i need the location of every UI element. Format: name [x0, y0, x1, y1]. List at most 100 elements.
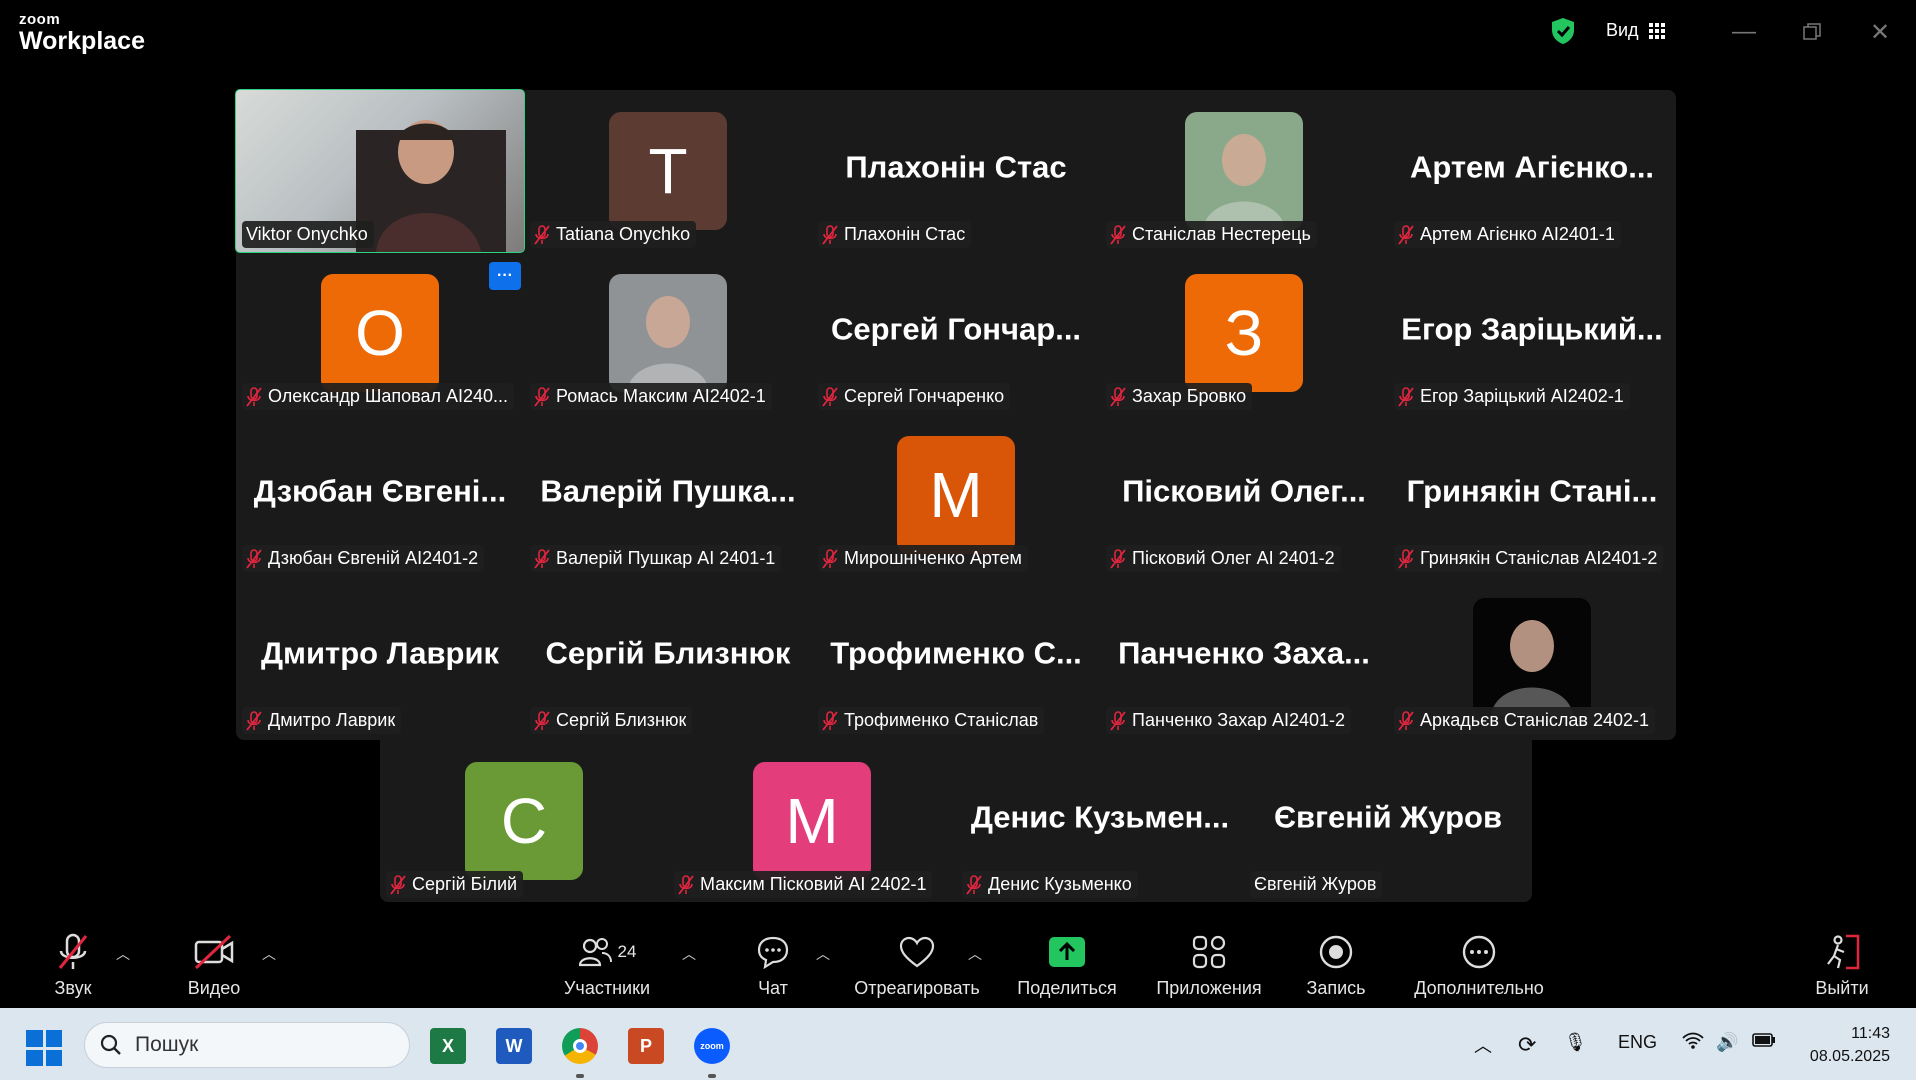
maximize-icon[interactable]: [1796, 16, 1828, 48]
participant-name-tag: Дмитро Лаврик: [242, 707, 402, 734]
excel-icon[interactable]: X: [430, 1028, 466, 1064]
participant-display-name: Плахонін Стас: [845, 149, 1067, 185]
view-label: Вид: [1606, 20, 1639, 40]
participant-name: Аркадьєв Станіслав 2402-1: [1420, 710, 1650, 730]
apps-label: Приложения: [1156, 978, 1262, 998]
participant-display-name: Дмитро Лаврик: [260, 635, 500, 671]
participants-label: Участники: [564, 978, 650, 998]
mic-muted-icon: [1398, 710, 1414, 731]
participant-tile[interactable]: О Олександр Шаповал AI240...: [236, 252, 524, 414]
sync-icon[interactable]: ⟳: [1518, 1032, 1536, 1058]
tray-chevron-up-icon[interactable]: ︿: [1474, 1032, 1492, 1058]
participant-name: Валерій Пушкар AI 2401-1: [556, 548, 776, 568]
participant-tile[interactable]: Плахонін Стас Плахонін Стас: [812, 90, 1100, 252]
participant-display-name: Сергій Близнюк: [545, 635, 791, 671]
video-off-icon: [182, 932, 246, 972]
video-options-caret[interactable]: ︿: [262, 944, 276, 964]
participant-name: Егор Заріцький AI2402-1: [1420, 386, 1624, 406]
react-button[interactable]: Отреагировать: [852, 932, 982, 999]
record-button[interactable]: Запись: [1306, 932, 1366, 999]
react-options-caret[interactable]: ︿: [968, 944, 982, 964]
participant-tile[interactable]: Сергей Гончар... Сергей Гончаренко: [812, 252, 1100, 414]
chrome-icon[interactable]: [562, 1028, 598, 1064]
mic-tray-icon[interactable]: 🎙: [1564, 1032, 1587, 1053]
more-options-button[interactable]: ···: [489, 262, 521, 290]
participant-name-tag: Денис Кузьменко: [962, 871, 1138, 898]
avatar-initial: T: [609, 112, 727, 230]
mic-muted-icon: [1398, 548, 1414, 569]
mic-muted-icon: [534, 710, 550, 731]
participant-name-tag: Viktor Onychko: [242, 221, 374, 248]
meeting-toolbar: Звук ︿ Видео ︿ 24 Участники ︿ Чат ︿ Отре…: [0, 920, 1916, 1008]
zoom-app-icon[interactable]: zoom: [694, 1028, 730, 1064]
participant-tile[interactable]: Трофименко С... Трофименко Станіслав: [812, 576, 1100, 738]
participant-name: Максим Пісковий AI 2402-1: [700, 874, 927, 894]
avatar-initial: М: [753, 762, 871, 880]
taskbar-search[interactable]: Пошук: [84, 1022, 410, 1068]
mic-muted-icon: [822, 710, 838, 731]
audio-options-caret[interactable]: ︿: [116, 944, 130, 964]
participant-name: Гринякін Станіслав AI2401-2: [1420, 548, 1658, 568]
participant-display-name: Пісковий Олег...: [1122, 473, 1366, 509]
close-icon[interactable]: ✕: [1864, 16, 1896, 48]
participant-tile[interactable]: Пісковий Олег... Пісковий Олег AI 2401-2: [1100, 414, 1388, 576]
word-icon[interactable]: W: [496, 1028, 532, 1064]
participant-tile[interactable]: Станіслав Нестерець: [1100, 90, 1388, 252]
participant-name: Станіслав Нестерець: [1132, 224, 1311, 244]
windows-start-icon[interactable]: [26, 1030, 62, 1066]
participants-options-caret[interactable]: ︿: [682, 944, 696, 964]
participant-tile[interactable]: Панченко Заха... Панченко Захар AI2401-2: [1100, 576, 1388, 738]
leave-icon: [1814, 932, 1870, 972]
shield-check-icon[interactable]: [1550, 17, 1576, 45]
participant-name: Сергей Гончаренко: [844, 386, 1005, 406]
language-indicator[interactable]: ENG: [1618, 1032, 1657, 1053]
participant-tile[interactable]: T Tatiana Onychko: [524, 90, 812, 252]
more-button[interactable]: Дополнительно: [1408, 932, 1550, 999]
system-clock[interactable]: 11:43 08.05.2025: [1800, 1022, 1890, 1068]
participants-button[interactable]: 24 Участники: [562, 932, 652, 999]
participant-tile[interactable]: С Сергій Білий: [380, 740, 668, 902]
volume-icon[interactable]: 🔊: [1716, 1032, 1738, 1053]
participant-tile[interactable]: Аркадьєв Станіслав 2402-1: [1388, 576, 1676, 738]
participant-tile[interactable]: Viktor Onychko: [235, 89, 525, 253]
participant-tile[interactable]: М Мирошніченко Артем: [812, 414, 1100, 576]
participant-tile[interactable]: Сергій Близнюк Сергій Близнюк: [524, 576, 812, 738]
leave-button[interactable]: Выйти: [1814, 932, 1870, 999]
participant-tile[interactable]: Євгеній Журов Євгеній Журов: [1244, 740, 1532, 902]
participant-display-name: Денис Кузьмен...: [970, 799, 1230, 835]
participant-tile[interactable]: Ромась Максим AI2402-1: [524, 252, 812, 414]
wifi-icon[interactable]: [1682, 1032, 1704, 1055]
more-label: Дополнительно: [1414, 978, 1544, 998]
video-button[interactable]: Видео: [182, 932, 246, 999]
audio-button[interactable]: Звук: [48, 932, 98, 999]
participant-tile[interactable]: Валерій Пушка... Валерій Пушкар AI 2401-1: [524, 414, 812, 576]
share-button[interactable]: Поделиться: [1016, 932, 1118, 999]
minimize-icon[interactable]: —: [1728, 16, 1760, 48]
battery-icon[interactable]: [1752, 1032, 1776, 1053]
chat-icon: [752, 932, 794, 972]
avatar-photo: [1473, 598, 1591, 716]
powerpoint-icon[interactable]: P: [628, 1028, 664, 1064]
participant-tile[interactable]: М Максим Пісковий AI 2402-1: [668, 740, 956, 902]
participant-name: Пісковий Олег AI 2401-2: [1132, 548, 1335, 568]
participant-tile[interactable]: Дзюбан Євгені... Дзюбан Євгеній AI2401-2: [236, 414, 524, 576]
mic-muted-icon: [822, 224, 838, 245]
apps-button[interactable]: Приложения: [1152, 932, 1266, 999]
participant-tile[interactable]: Егор Заріцький... Егор Заріцький AI2402-1: [1388, 252, 1676, 414]
participant-name-tag: Аркадьєв Станіслав 2402-1: [1394, 707, 1656, 734]
participant-tile[interactable]: Дмитро Лаврик Дмитро Лаврик: [236, 576, 524, 738]
zoom-logo: zoom Workplace: [19, 12, 145, 54]
chat-options-caret[interactable]: ︿: [816, 944, 830, 964]
avatar-photo: [609, 274, 727, 392]
view-button[interactable]: Вид: [1606, 20, 1665, 41]
participant-tile[interactable]: Артем Агієнко... Артем Агієнко AI2401-1: [1388, 90, 1676, 252]
mic-muted-icon: [1398, 386, 1414, 407]
mic-muted-icon: [246, 710, 262, 731]
clock-time: 11:43: [1851, 1025, 1890, 1042]
participant-tile[interactable]: З Захар Бровко: [1100, 252, 1388, 414]
chat-button[interactable]: Чат: [752, 932, 794, 999]
leave-label: Выйти: [1815, 978, 1869, 998]
participant-tile[interactable]: Денис Кузьмен... Денис Кузьменко: [956, 740, 1244, 902]
participant-tile[interactable]: Гринякін Стані... Гринякін Станіслав AI24…: [1388, 414, 1676, 576]
participant-name-tag: Егор Заріцький AI2402-1: [1394, 383, 1630, 410]
